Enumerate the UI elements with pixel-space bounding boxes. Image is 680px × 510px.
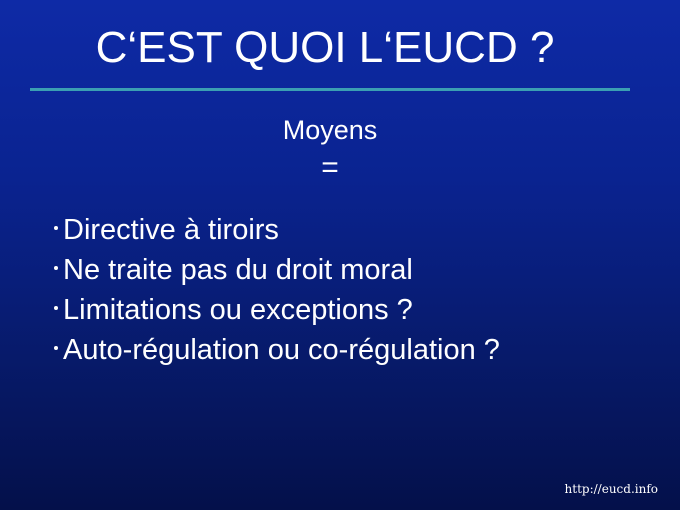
bullet-text: Ne traite pas du droit moral — [63, 254, 413, 286]
bullet-item: Limitations ou exceptions ? — [54, 290, 500, 330]
footer-url: http://eucd.info — [564, 482, 658, 496]
title-divider — [30, 88, 630, 91]
slide-title: C‘EST QUOI L‘EUCD ? — [95, 23, 555, 72]
bullet-text: Directive à tiroirs — [63, 214, 279, 246]
bullet-dot-icon — [54, 266, 58, 271]
bullet-dot-icon — [54, 346, 58, 351]
equals-sign: = — [321, 151, 339, 184]
slide-subtitle: Moyens — [282, 115, 378, 145]
bullet-dot-icon — [54, 306, 58, 311]
bullet-item: Ne traite pas du droit moral — [54, 250, 500, 290]
bullet-text: Auto-régulation ou co-régulation ? — [63, 334, 500, 366]
bullet-text: Limitations ou exceptions ? — [63, 294, 413, 326]
slide: C‘EST QUOI L‘EUCD ? Moyens = Directive à… — [0, 0, 680, 510]
bullet-item: Directive à tiroirs — [54, 210, 500, 250]
bullet-item: Auto-régulation ou co-régulation ? — [54, 330, 500, 370]
bullet-list: Directive à tiroirs Ne traite pas du dro… — [54, 210, 500, 370]
bullet-dot-icon — [54, 226, 58, 231]
